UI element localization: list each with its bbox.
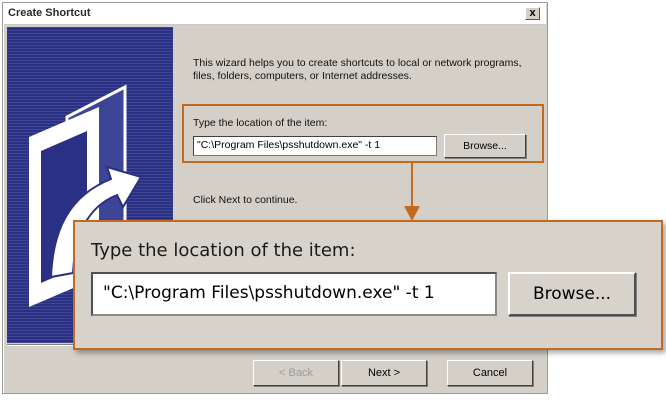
zoom-location-input[interactable]: "C:\Program Files\psshutdown.exe" -t 1	[91, 272, 497, 316]
zoom-location-label: Type the location of the item:	[91, 240, 356, 261]
intro-text: This wizard helps you to create shortcut…	[193, 57, 522, 82]
zoom-callout: Type the location of the item: "C:\Progr…	[73, 220, 663, 350]
title-bar: Create Shortcut x	[4, 4, 546, 25]
zoom-browse-button[interactable]: Browse...	[508, 272, 636, 316]
window-title: Create Shortcut	[8, 7, 91, 19]
highlight-box	[182, 104, 544, 163]
next-button[interactable]: Next >	[341, 360, 427, 386]
back-button[interactable]: < Back	[253, 360, 339, 386]
cancel-button[interactable]: Cancel	[447, 360, 533, 386]
close-button[interactable]: x	[525, 7, 540, 20]
continue-text: Click Next to continue.	[193, 194, 298, 206]
